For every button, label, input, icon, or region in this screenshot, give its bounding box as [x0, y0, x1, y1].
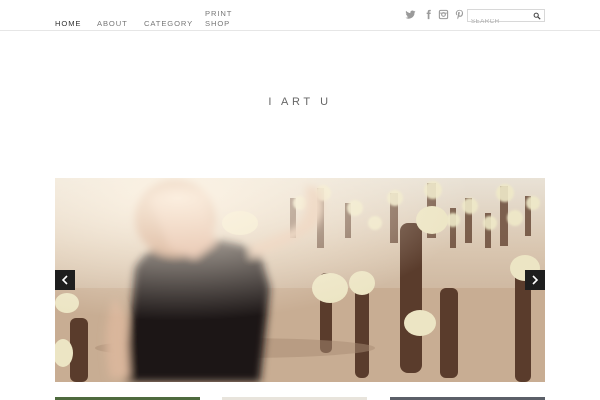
instagram-icon[interactable]	[438, 9, 449, 21]
slider-next-button[interactable]	[525, 270, 545, 290]
nav-item-home[interactable]: HOME	[55, 19, 81, 29]
chevron-right-icon	[532, 275, 539, 285]
nav-item-category[interactable]: CATEGORY	[144, 19, 193, 29]
top-bar: HOME ABOUT CATEGORY PRINT SHOP	[0, 0, 600, 31]
nav-item-print-shop[interactable]: PRINT SHOP	[205, 9, 235, 29]
chevron-left-icon	[61, 275, 68, 285]
site-title: I ART U	[268, 96, 332, 108]
search-icon[interactable]	[533, 12, 541, 20]
hero-photo	[55, 178, 545, 382]
hero-slider	[55, 178, 545, 382]
twitter-icon[interactable]	[405, 9, 416, 21]
slider-prev-button[interactable]	[55, 270, 75, 290]
search-input[interactable]	[468, 16, 532, 28]
nav-item-about[interactable]: ABOUT	[97, 19, 128, 29]
facebook-icon[interactable]	[423, 9, 434, 21]
search-box	[467, 9, 545, 28]
pinterest-icon[interactable]	[454, 9, 465, 21]
